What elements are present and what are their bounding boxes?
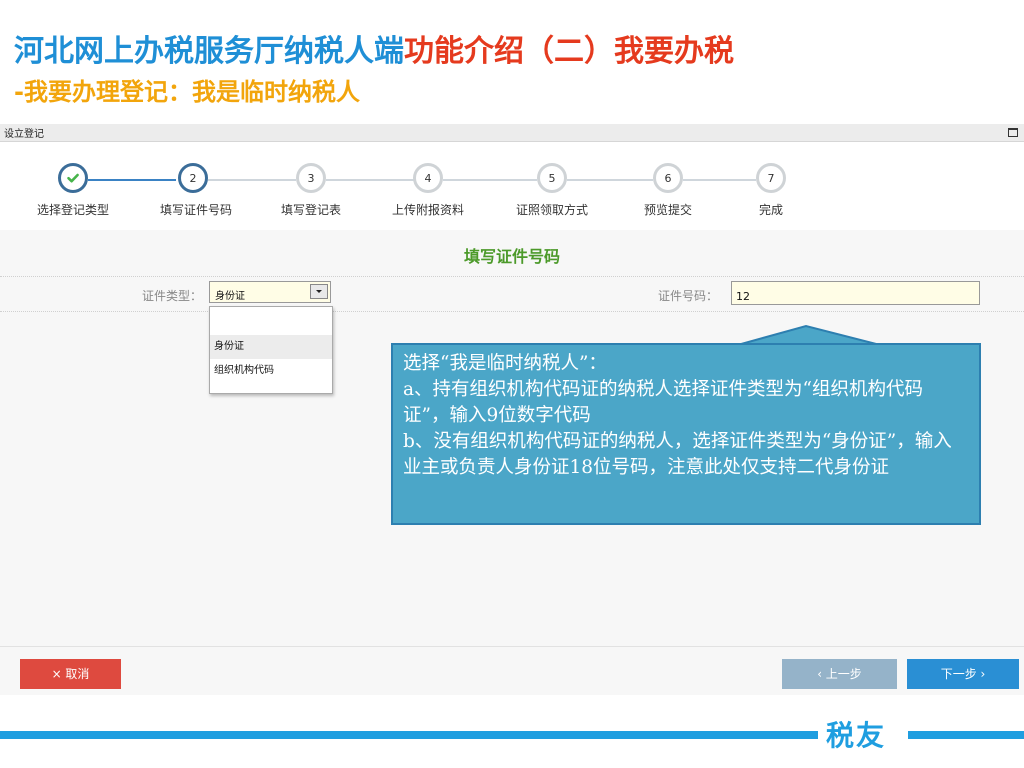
- callout-line-2: a、持有组织机构代码证的纳税人选择证件类型为“组织机构代码证”，输入9位数字代码: [403, 379, 923, 426]
- step-2-label: 填写证件号码: [159, 203, 233, 217]
- footer-divider-right: [908, 731, 1024, 739]
- slide-title: 河北网上办税服务厅纳税人端功能介绍（二）我要办税: [14, 26, 734, 70]
- step-connector: [208, 179, 296, 181]
- step-connector: [567, 179, 653, 181]
- step-3-label: 填写登记表: [280, 203, 342, 217]
- cert-type-label: 证件类型：: [142, 289, 203, 303]
- slide-title-part2: 功能介绍（二）我要办税: [404, 34, 734, 69]
- step-progress: 2 3 4 5 6 7 选择登记类型 填写证件号码 填写登记表 上传附报资料 证…: [0, 142, 1024, 230]
- step-7-circle: 7: [756, 163, 786, 193]
- previous-step-button[interactable]: ‹ 上一步: [782, 659, 897, 689]
- step-5-circle: 5: [537, 163, 567, 193]
- chevron-down-icon[interactable]: [310, 284, 328, 299]
- slide-subtitle: -我要办理登记：我是临时纳税人: [14, 78, 360, 106]
- step-connector: [683, 179, 756, 181]
- checkmark-icon: [65, 170, 81, 186]
- callout-line-3: b、没有组织机构代码证的纳税人，选择证件类型为“身份证”，输入业主或负责人身份证…: [403, 431, 952, 478]
- step-4-circle: 4: [413, 163, 443, 193]
- cert-number-label: 证件号码：: [658, 289, 719, 303]
- cancel-button[interactable]: × 取消: [20, 659, 121, 689]
- step-5-label: 证照领取方式: [515, 203, 589, 217]
- step-4-label: 上传附报资料: [391, 203, 465, 217]
- cert-type-select[interactable]: 身份证: [209, 281, 331, 303]
- slide-title-part1: 河北网上办税服务厅纳税人端: [14, 34, 404, 69]
- step-6-circle: 6: [653, 163, 683, 193]
- step-2-circle: 2: [178, 163, 208, 193]
- cert-number-input[interactable]: 12: [731, 281, 980, 305]
- step-3-circle: 3: [296, 163, 326, 193]
- section-title: 填写证件号码: [463, 247, 560, 266]
- step-6-label: 预览提交: [643, 203, 693, 217]
- step-1-circle: [58, 163, 88, 193]
- cert-type-dropdown: 身份证 组织机构代码: [209, 306, 333, 394]
- maximize-icon[interactable]: [1008, 128, 1018, 137]
- step-connector: [88, 179, 176, 181]
- window-footer: × 取消 ‹ 上一步 下一步 ›: [0, 646, 1024, 695]
- dropdown-option-empty[interactable]: [210, 307, 332, 331]
- cert-form-row: 证件类型： 身份证 证件号码： 12: [0, 276, 1024, 312]
- window-title-bar: 设立登记: [0, 124, 1024, 142]
- callout-line-1: 选择“我是临时纳税人”：: [403, 353, 607, 374]
- step-connector: [443, 179, 537, 181]
- brand-logo: 税友: [826, 719, 887, 752]
- dropdown-option-org-code[interactable]: 组织机构代码: [210, 359, 332, 383]
- step-1-label: 选择登记类型: [36, 203, 110, 217]
- instruction-callout: 选择“我是临时纳税人”： a、持有组织机构代码证的纳税人选择证件类型为“组织机构…: [391, 343, 981, 525]
- footer-divider-left: [0, 731, 818, 739]
- cert-type-value: 身份证: [215, 291, 245, 302]
- next-step-button[interactable]: 下一步 ›: [907, 659, 1019, 689]
- step-connector: [326, 179, 414, 181]
- dropdown-option-id-card[interactable]: 身份证: [210, 335, 332, 359]
- window-title: 设立登记: [4, 129, 44, 140]
- step-7-label: 完成: [758, 203, 784, 217]
